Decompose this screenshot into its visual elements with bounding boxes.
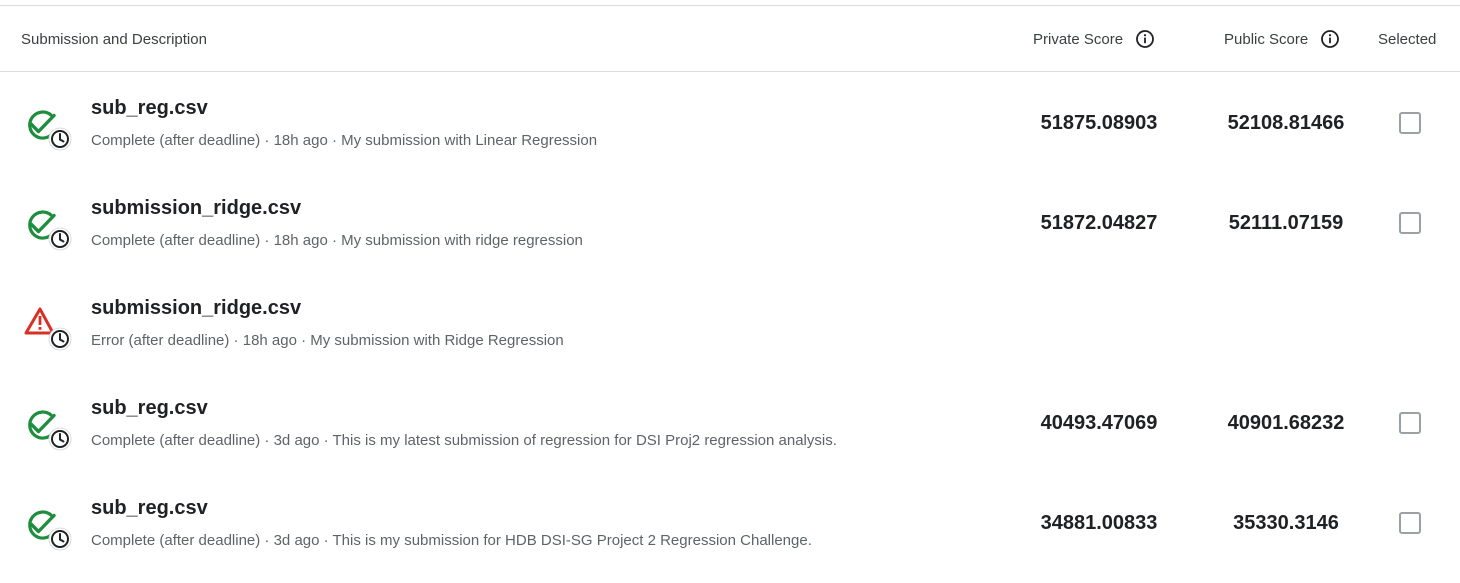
header-selected: Selected (1378, 30, 1437, 48)
header-private-label: Private Score (1033, 30, 1124, 48)
check-clock-icon (28, 510, 72, 551)
submission-description: Complete (after deadline) · 18h ago · My… (91, 132, 598, 149)
public-score: 52111.07159 (1228, 212, 1344, 234)
header-submission: Submission and Description (21, 30, 207, 48)
private-score: 51872.04827 (1040, 212, 1158, 234)
submission-filename[interactable]: submission_ridge.csv (91, 197, 301, 220)
selected-checkbox[interactable] (1399, 112, 1421, 134)
header-private-score: Private Score (1033, 6, 1155, 72)
submission-filename[interactable]: sub_reg.csv (91, 497, 208, 520)
table-row: submission_ridge.csv Complete (after dea… (0, 172, 1460, 272)
warning-clock-icon (24, 307, 72, 351)
public-score: 52108.81466 (1227, 112, 1345, 134)
table-row: submission_ridge.csv Error (after deadli… (0, 272, 1460, 372)
info-icon[interactable] (1320, 29, 1340, 49)
submission-filename[interactable]: sub_reg.csv (91, 397, 208, 420)
submissions-table: Submission and Description Private Score… (0, 5, 1460, 583)
private-score: 40493.47069 (1040, 412, 1158, 434)
status-icon (22, 503, 76, 557)
selected-checkbox[interactable] (1399, 512, 1421, 534)
status-icon (22, 103, 76, 157)
public-score: 40901.68232 (1227, 412, 1345, 434)
table-row: sub_reg.csv Complete (after deadline) · … (0, 372, 1460, 472)
check-clock-icon (28, 210, 72, 251)
check-clock-icon (28, 410, 72, 451)
submission-description: Complete (after deadline) · 18h ago · My… (91, 232, 583, 249)
status-icon (22, 303, 76, 357)
header-public-label: Public Score (1224, 30, 1309, 48)
info-icon[interactable] (1135, 29, 1155, 49)
private-score: 34881.00833 (1040, 512, 1158, 534)
table-row: sub_reg.csv Complete (after deadline) · … (0, 72, 1460, 172)
status-icon (22, 403, 76, 457)
submission-description: Complete (after deadline) · 3d ago · Thi… (91, 532, 812, 549)
table-header: Submission and Description Private Score… (0, 6, 1460, 72)
submission-description: Complete (after deadline) · 3d ago · Thi… (91, 432, 837, 449)
header-public-score: Public Score (1224, 6, 1340, 72)
submission-filename[interactable]: submission_ridge.csv (91, 297, 301, 320)
private-score: 51875.08903 (1040, 112, 1158, 134)
status-icon (22, 203, 76, 257)
table-row: sub_reg.csv Complete (after deadline) · … (0, 472, 1460, 572)
public-score: 35330.3146 (1233, 512, 1339, 534)
selected-checkbox[interactable] (1399, 412, 1421, 434)
selected-checkbox[interactable] (1399, 212, 1421, 234)
submission-description: Error (after deadline) · 18h ago · My su… (91, 332, 564, 349)
check-clock-icon (28, 110, 72, 151)
submission-filename[interactable]: sub_reg.csv (91, 97, 208, 120)
